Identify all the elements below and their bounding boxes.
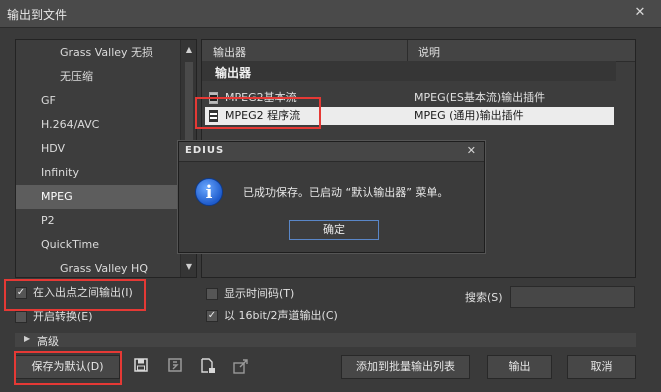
format-list: Grass Valley 无损 无压缩 GF H.264/AVC HDV Inf… — [15, 39, 197, 278]
export-preset-icon[interactable] — [232, 358, 250, 376]
checkbox-empty-icon — [15, 311, 27, 323]
save-icon[interactable] — [132, 358, 150, 376]
group-label: 输出器 — [215, 66, 252, 80]
format-item-uncompressed[interactable]: 无压缩 — [16, 65, 182, 89]
table-row[interactable]: MPEG2基本流 MPEG(ES基本流)输出插件 — [205, 89, 614, 107]
format-item-hdv[interactable]: HDV — [16, 137, 182, 161]
format-item-grass-valley-hq[interactable]: Grass Valley HQ — [16, 257, 182, 277]
dialog-titlebar: EDIUS ✕ — [179, 142, 484, 162]
ok-button[interactable]: 确定 — [289, 220, 379, 240]
dialog-title: EDIUS — [185, 145, 225, 156]
format-item-h264[interactable]: H.264/AVC — [16, 113, 182, 137]
info-dialog: EDIUS ✕ i 已成功保存。已启动 “默认输出器” 菜单。 确定 — [178, 141, 485, 253]
checkmark-icon: ✓ — [15, 287, 27, 299]
format-item-grass-valley-lossless[interactable]: Grass Valley 无损 — [16, 41, 182, 65]
format-item-p2[interactable]: P2 — [16, 209, 182, 233]
in-out-label: 在入出点之间输出(I) — [33, 286, 133, 299]
row-description: MPEG (通用)输出插件 — [414, 109, 524, 122]
row-name: MPEG2基本流 — [225, 91, 297, 104]
table-header: 输出器 说明 — [202, 40, 635, 62]
convert-checkbox[interactable]: 开启转换(E) — [15, 309, 115, 325]
scroll-up-icon[interactable]: ▲ — [181, 43, 196, 57]
row-name: MPEG2 程序流 — [225, 109, 301, 122]
load-preset-icon[interactable] — [199, 358, 217, 376]
audio16-checkbox[interactable]: ✓ 以 16bit/2声道输出(C) — [206, 308, 356, 324]
checkbox-empty-icon — [206, 288, 218, 300]
close-icon[interactable]: ✕ — [632, 5, 648, 21]
search-label: 搜索(S) — [465, 291, 503, 304]
expand-triangle-icon: ▶ — [24, 334, 31, 343]
column-header-exporter[interactable]: 输出器 — [213, 44, 246, 60]
audio16-label: 以 16bit/2声道输出(C) — [224, 309, 338, 322]
close-icon[interactable]: ✕ — [467, 144, 476, 157]
export-button[interactable]: 输出 — [487, 355, 552, 379]
group-row — [202, 61, 616, 81]
timecode-checkbox[interactable]: 显示时间码(T) — [206, 286, 326, 302]
film-icon — [209, 92, 218, 104]
scroll-down-icon[interactable]: ▼ — [181, 260, 196, 274]
format-item-gf[interactable]: GF — [16, 89, 182, 113]
row-description: MPEG(ES基本流)输出插件 — [414, 91, 546, 104]
info-icon: i — [195, 178, 223, 206]
save-default-button[interactable]: 保存为默认(D) — [15, 355, 120, 379]
timecode-label: 显示时间码(T) — [224, 287, 295, 300]
save-as-icon[interactable] — [166, 358, 184, 376]
dialog-message: 已成功保存。已启动 “默认输出器” 菜单。 — [243, 186, 449, 199]
format-item-mpeg[interactable]: MPEG — [16, 185, 182, 209]
film-icon — [209, 110, 218, 122]
search-input[interactable] — [510, 286, 635, 308]
format-item-quicktime[interactable]: QuickTime — [16, 233, 182, 257]
column-header-description[interactable]: 说明 — [418, 44, 440, 60]
format-item-infinity[interactable]: Infinity — [16, 161, 182, 185]
window-titlebar: 输出到文件 ✕ — [0, 0, 661, 28]
in-out-checkbox[interactable]: ✓ 在入出点之间输出(I) — [15, 285, 145, 301]
window-title: 输出到文件 — [7, 8, 68, 22]
convert-label: 开启转换(E) — [33, 310, 93, 323]
column-divider[interactable] — [407, 40, 408, 62]
advanced-expander[interactable]: ▶ 高级 — [15, 333, 636, 348]
checkmark-icon: ✓ — [206, 310, 218, 322]
add-to-batch-button[interactable]: 添加到批量输出列表 — [341, 355, 470, 379]
advanced-label: 高级 — [37, 335, 59, 348]
table-row-selected[interactable]: MPEG2 程序流 MPEG (通用)输出插件 — [205, 107, 614, 125]
cancel-button[interactable]: 取消 — [567, 355, 636, 379]
